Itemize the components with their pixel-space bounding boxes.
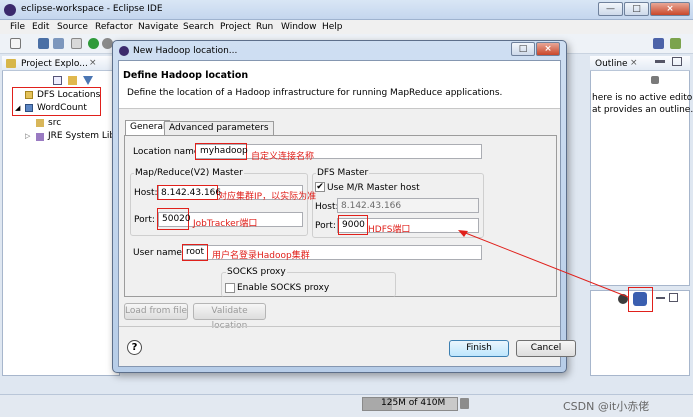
- annotation-arrow: [458, 230, 629, 298]
